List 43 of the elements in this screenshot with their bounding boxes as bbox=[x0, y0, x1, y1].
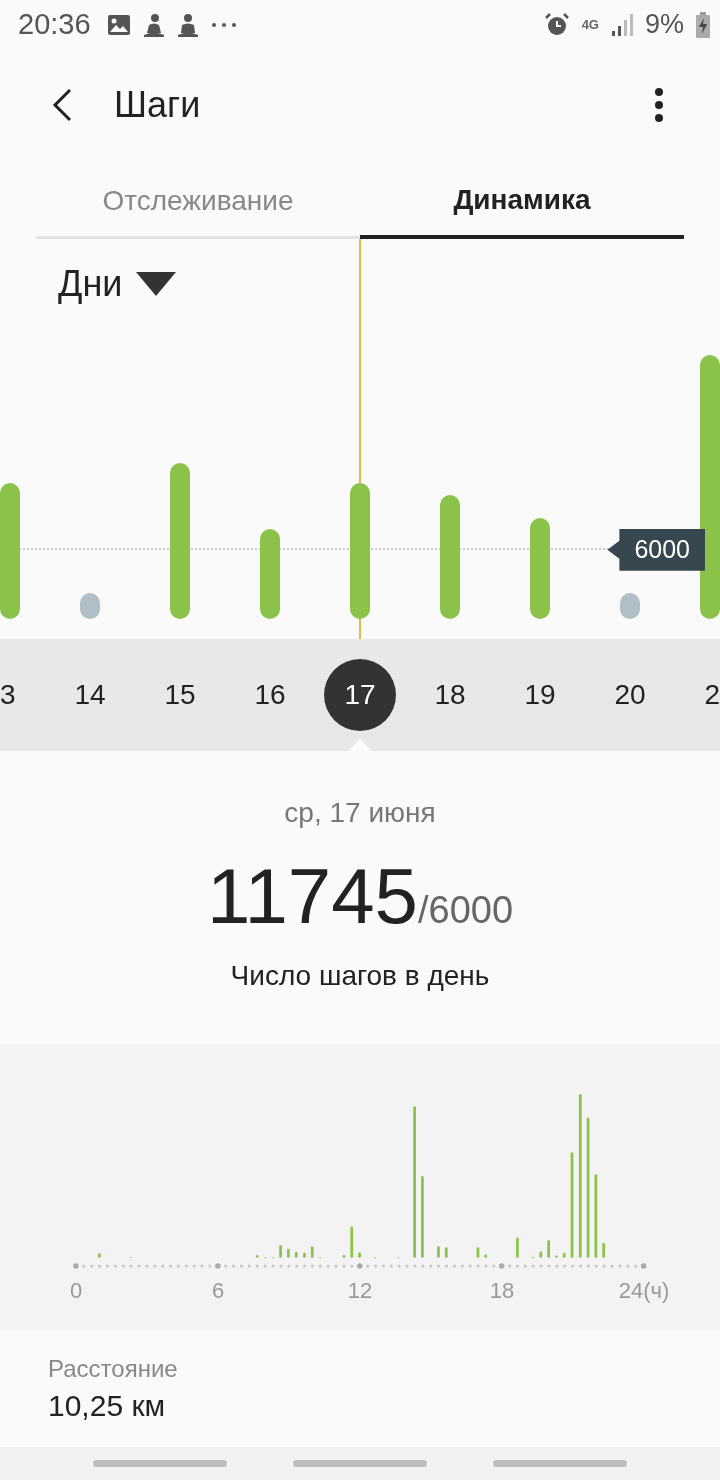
day-label[interactable]: 3 bbox=[0, 679, 16, 712]
step-goal: /6000 bbox=[418, 889, 514, 933]
day-bar[interactable] bbox=[700, 355, 720, 620]
day-label[interactable]: 19 bbox=[524, 679, 556, 712]
axis-label: 24(ч) bbox=[617, 1278, 671, 1305]
more-notifications-icon bbox=[210, 21, 237, 28]
day-label[interactable]: 15 bbox=[164, 679, 196, 712]
nav-button[interactable] bbox=[493, 1460, 627, 1468]
steps-caption: Число шагов в день bbox=[230, 960, 490, 993]
alarm-icon bbox=[543, 11, 570, 38]
distance-value: 10,25 км bbox=[48, 1388, 167, 1423]
tab[interactable]: Динамика bbox=[360, 159, 684, 240]
network-type: 4G bbox=[581, 17, 599, 33]
nav-button[interactable] bbox=[93, 1460, 227, 1468]
status-time: 20:36 bbox=[18, 8, 91, 42]
nav-button[interactable] bbox=[293, 1460, 427, 1468]
empty-day-marker[interactable] bbox=[80, 593, 100, 620]
distance-label: Расстояние bbox=[48, 1354, 179, 1383]
signal-icon bbox=[610, 12, 633, 37]
figure-icon bbox=[142, 12, 165, 37]
period-dropdown[interactable]: Дни bbox=[58, 263, 177, 306]
axis-label: 6 bbox=[210, 1278, 226, 1305]
day-label[interactable]: 14 bbox=[74, 679, 106, 712]
battery-percent: 9% bbox=[644, 9, 684, 41]
more-options-icon[interactable] bbox=[654, 87, 664, 122]
step-count: 11745 bbox=[206, 851, 418, 943]
day-label[interactable]: 2 bbox=[704, 679, 720, 712]
day-label[interactable]: 16 bbox=[254, 679, 286, 712]
day-label[interactable]: 17 bbox=[324, 659, 396, 732]
page-title: Шаги bbox=[114, 83, 201, 126]
image-icon bbox=[106, 13, 131, 36]
goal-tag: 6000 bbox=[607, 528, 705, 571]
axis-label: 0 bbox=[68, 1278, 84, 1305]
day-label[interactable]: 18 bbox=[434, 679, 466, 712]
axis-label: 18 bbox=[488, 1278, 516, 1305]
axis-label: 12 bbox=[346, 1278, 374, 1305]
back-icon[interactable] bbox=[50, 87, 74, 122]
battery-charging-icon bbox=[696, 11, 710, 38]
selected-date: ср, 17 июня bbox=[284, 797, 436, 830]
figure-icon bbox=[176, 12, 199, 37]
empty-day-marker[interactable] bbox=[620, 593, 640, 620]
day-label[interactable]: 20 bbox=[614, 679, 646, 712]
caret-icon bbox=[136, 272, 177, 297]
